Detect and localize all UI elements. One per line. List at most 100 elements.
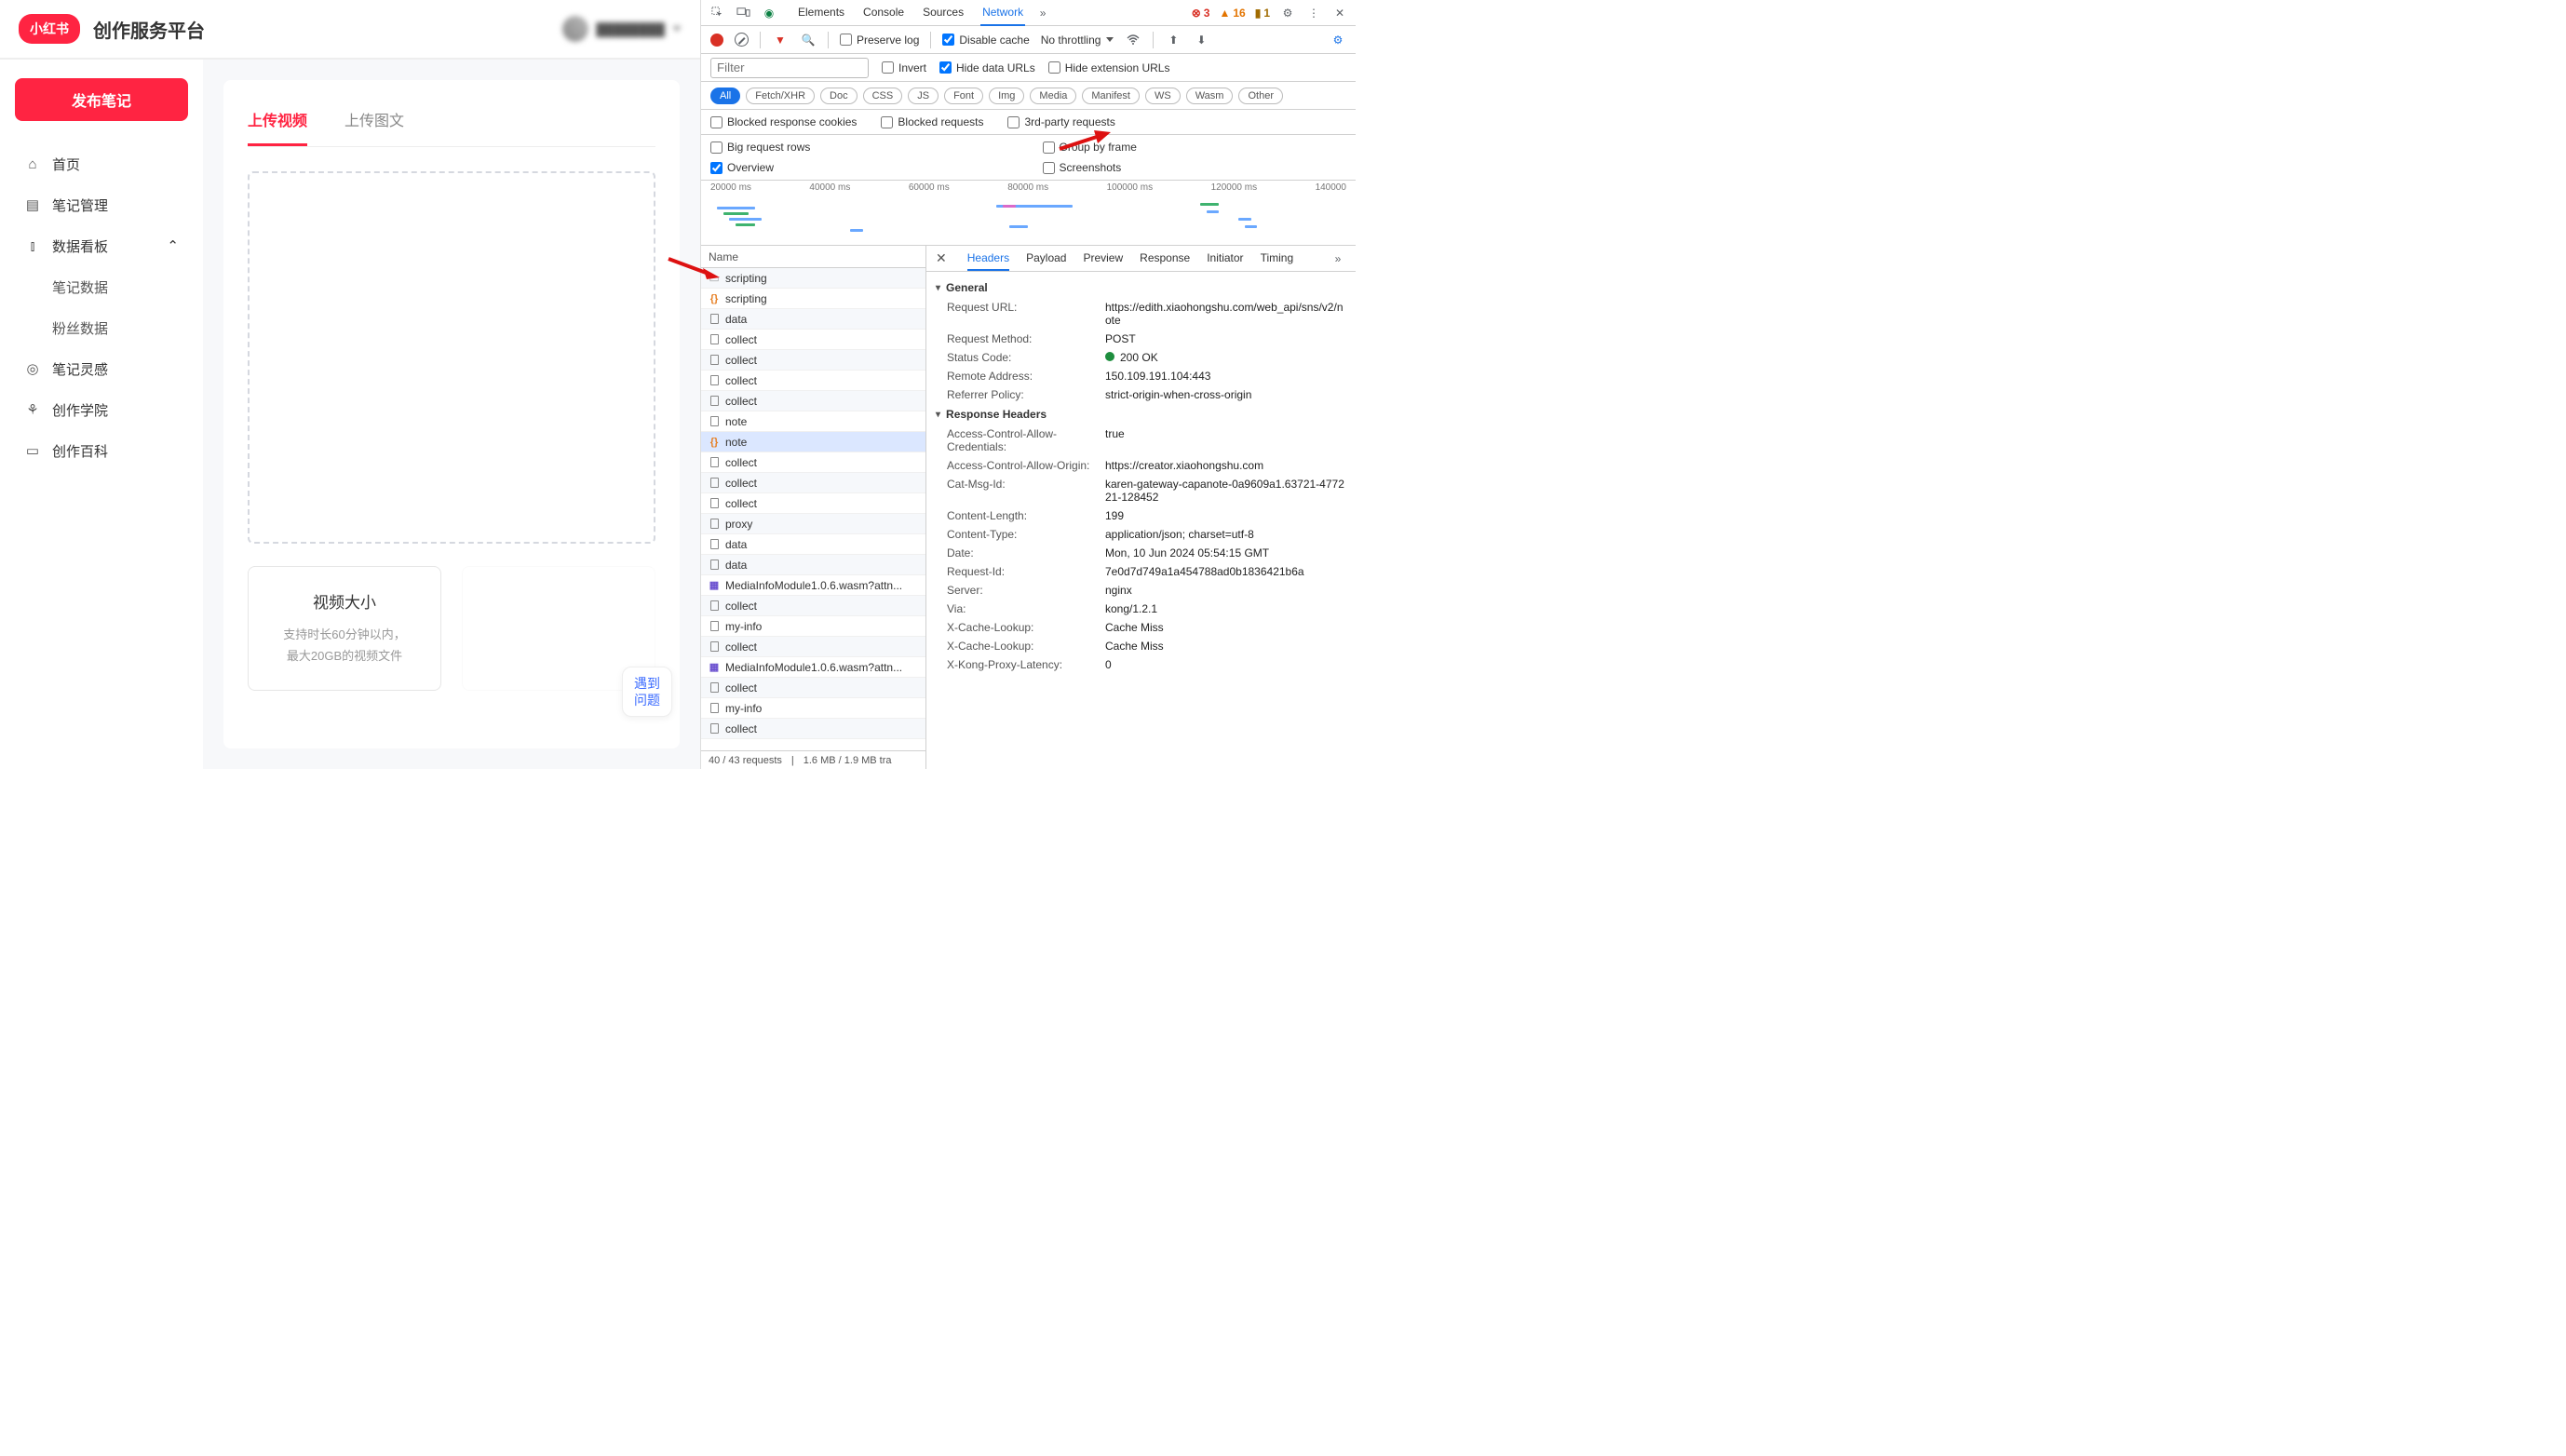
name-column-header[interactable]: Name xyxy=(701,246,925,268)
blocked-cookies-checkbox[interactable]: Blocked response cookies xyxy=(710,115,857,128)
request-row[interactable]: collect xyxy=(701,371,925,391)
request-row[interactable]: collect xyxy=(701,473,925,493)
type-chip-img[interactable]: Img xyxy=(989,88,1024,104)
type-chip-media[interactable]: Media xyxy=(1030,88,1076,104)
clear-button[interactable] xyxy=(735,33,749,47)
group-frame-checkbox[interactable]: Group by frame xyxy=(1043,141,1347,154)
request-row[interactable]: data xyxy=(701,534,925,555)
record-button[interactable] xyxy=(710,34,723,47)
header-row: Date:Mon, 10 Jun 2024 05:54:15 GMT xyxy=(926,544,1356,562)
general-section[interactable]: General xyxy=(926,277,1356,298)
detail-tab-preview[interactable]: Preview xyxy=(1083,247,1123,271)
warnings-badge[interactable]: ▲ 16 xyxy=(1219,7,1245,20)
request-row[interactable]: collect xyxy=(701,678,925,698)
request-row[interactable]: collect xyxy=(701,719,925,739)
response-headers-section[interactable]: Response Headers xyxy=(926,404,1356,425)
filter-input[interactable] xyxy=(710,58,869,78)
wifi-icon[interactable] xyxy=(1125,32,1141,48)
sidebar-item-2[interactable]: ⫾数据看板⌃ xyxy=(15,225,188,266)
errors-badge[interactable]: ⊗ 3 xyxy=(1192,7,1210,20)
invert-checkbox[interactable]: Invert xyxy=(882,61,926,74)
request-row[interactable]: collect xyxy=(701,391,925,411)
info-badge[interactable]: ▮ 1 xyxy=(1255,7,1270,20)
request-row[interactable]: my-info xyxy=(701,698,925,719)
filter-toggle-icon[interactable]: ▼ xyxy=(772,32,789,48)
devtools-tab-network[interactable]: Network xyxy=(980,0,1025,26)
inspect-icon[interactable] xyxy=(709,5,725,21)
request-row[interactable]: proxy xyxy=(701,514,925,534)
request-row[interactable]: ▭scripting xyxy=(701,268,925,289)
third-party-checkbox[interactable]: 3rd-party requests xyxy=(1007,115,1114,128)
request-row[interactable]: collect xyxy=(701,330,925,350)
request-row[interactable]: note xyxy=(701,411,925,432)
blocked-requests-checkbox[interactable]: Blocked requests xyxy=(881,115,983,128)
type-chip-doc[interactable]: Doc xyxy=(820,88,858,104)
disable-cache-checkbox[interactable]: Disable cache xyxy=(942,34,1029,47)
search-icon[interactable]: 🔍 xyxy=(800,32,817,48)
sidebar-item-3[interactable]: 笔记数据 xyxy=(15,266,188,307)
request-row[interactable]: ▦MediaInfoModule1.0.6.wasm?attn... xyxy=(701,575,925,596)
type-chip-other[interactable]: Other xyxy=(1238,88,1283,104)
download-icon[interactable]: ⬇ xyxy=(1193,32,1209,48)
hide-data-urls-checkbox[interactable]: Hide data URLs xyxy=(939,61,1035,74)
feedback-button[interactable]: 遇到 问题 xyxy=(622,667,672,717)
request-row[interactable]: ▦MediaInfoModule1.0.6.wasm?attn... xyxy=(701,657,925,678)
more-detail-tabs-icon[interactable]: » xyxy=(1330,250,1346,267)
detail-tab-initiator[interactable]: Initiator xyxy=(1207,247,1243,271)
avatar xyxy=(562,16,588,42)
request-row[interactable]: {}note xyxy=(701,432,925,452)
type-chip-manifest[interactable]: Manifest xyxy=(1082,88,1140,104)
devtools-tab-sources[interactable]: Sources xyxy=(921,0,966,26)
request-row[interactable]: collect xyxy=(701,350,925,371)
sidebar-item-5[interactable]: ◎笔记灵感 xyxy=(15,348,188,389)
screenshots-checkbox[interactable]: Screenshots xyxy=(1043,161,1347,174)
big-rows-checkbox[interactable]: Big request rows xyxy=(710,141,1015,154)
preserve-log-checkbox[interactable]: Preserve log xyxy=(840,34,919,47)
hide-ext-urls-checkbox[interactable]: Hide extension URLs xyxy=(1048,61,1170,74)
request-row[interactable]: collect xyxy=(701,596,925,616)
type-chip-fetchxhr[interactable]: Fetch/XHR xyxy=(746,88,815,104)
overview-checkbox[interactable]: Overview xyxy=(710,161,1015,174)
type-chip-all[interactable]: All xyxy=(710,88,740,104)
sidebar-item-1[interactable]: ▤笔记管理 xyxy=(15,184,188,225)
type-chip-js[interactable]: JS xyxy=(908,88,939,104)
more-tabs-icon[interactable]: » xyxy=(1034,5,1051,21)
timeline[interactable]: 20000 ms40000 ms60000 ms80000 ms100000 m… xyxy=(701,181,1356,246)
tab-upload-video[interactable]: 上传视频 xyxy=(248,99,307,146)
network-settings-icon[interactable]: ⚙ xyxy=(1330,32,1346,48)
close-detail-icon[interactable]: ✕ xyxy=(936,250,947,266)
throttling-select[interactable]: No throttling xyxy=(1041,34,1114,47)
sidebar-item-6[interactable]: ⚘创作学院 xyxy=(15,389,188,430)
request-row[interactable]: data xyxy=(701,555,925,575)
detail-tab-payload[interactable]: Payload xyxy=(1026,247,1066,271)
request-row[interactable]: collect xyxy=(701,493,925,514)
user-menu[interactable]: ████████ xyxy=(562,16,682,42)
detail-tab-headers[interactable]: Headers xyxy=(967,247,1009,271)
sidebar-item-7[interactable]: ▭创作百科 xyxy=(15,430,188,471)
type-chip-font[interactable]: Font xyxy=(944,88,983,104)
devtools-tab-elements[interactable]: Elements xyxy=(796,0,846,26)
tab-upload-image[interactable]: 上传图文 xyxy=(344,99,404,146)
request-row[interactable]: collect xyxy=(701,637,925,657)
publish-button[interactable]: 发布笔记 xyxy=(15,78,188,121)
devtools-tab-console[interactable]: Console xyxy=(861,0,906,26)
detail-tab-timing[interactable]: Timing xyxy=(1261,247,1294,271)
type-chip-wasm[interactable]: Wasm xyxy=(1186,88,1234,104)
header-value: nginx xyxy=(1105,584,1346,597)
sidebar-item-0[interactable]: ⌂首页 xyxy=(15,143,188,184)
detail-tab-response[interactable]: Response xyxy=(1140,247,1190,271)
upload-dropzone[interactable] xyxy=(248,171,655,544)
request-row[interactable]: data xyxy=(701,309,925,330)
close-icon[interactable]: ✕ xyxy=(1331,5,1348,21)
sidebar-item-4[interactable]: 粉丝数据 xyxy=(15,307,188,348)
type-chip-ws[interactable]: WS xyxy=(1145,88,1181,104)
request-row[interactable]: {}scripting xyxy=(701,289,925,309)
cube-icon[interactable]: ◉ xyxy=(761,5,777,21)
request-row[interactable]: my-info xyxy=(701,616,925,637)
kebab-icon[interactable]: ⋮ xyxy=(1305,5,1322,21)
gear-icon[interactable]: ⚙ xyxy=(1279,5,1296,21)
upload-icon[interactable]: ⬆ xyxy=(1165,32,1182,48)
request-row[interactable]: collect xyxy=(701,452,925,473)
type-chip-css[interactable]: CSS xyxy=(863,88,903,104)
device-icon[interactable] xyxy=(735,5,751,21)
